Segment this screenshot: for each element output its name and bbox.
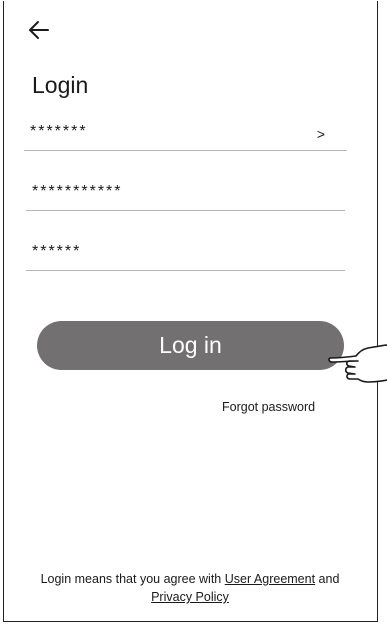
agreement-and: and [315, 572, 340, 586]
agreement-prefix: Login means that you agree with [40, 572, 225, 586]
agreement-text: Login means that you agree with User Agr… [4, 570, 376, 606]
back-button[interactable] [26, 17, 52, 43]
password-value: *********** [32, 183, 123, 200]
login-screen: Login ******* > *********** ****** Log i… [3, 1, 387, 622]
chevron-right-icon[interactable]: > [317, 126, 325, 142]
login-button-label: Log in [159, 332, 222, 358]
user-agreement-link[interactable]: User Agreement [225, 572, 315, 586]
privacy-policy-link[interactable]: Privacy Policy [151, 590, 229, 604]
forgot-password-link[interactable]: Forgot password [222, 400, 315, 414]
password-field[interactable]: *********** [26, 179, 345, 211]
account-value: ******* [30, 123, 88, 140]
pointing-hand-icon [328, 344, 387, 383]
arrow-left-icon [29, 21, 49, 39]
code-field[interactable]: ****** [26, 239, 345, 271]
page-title: Login [32, 72, 89, 98]
login-button[interactable]: Log in [37, 321, 344, 370]
account-field[interactable]: ******* > [24, 119, 347, 151]
code-value: ****** [32, 243, 82, 260]
